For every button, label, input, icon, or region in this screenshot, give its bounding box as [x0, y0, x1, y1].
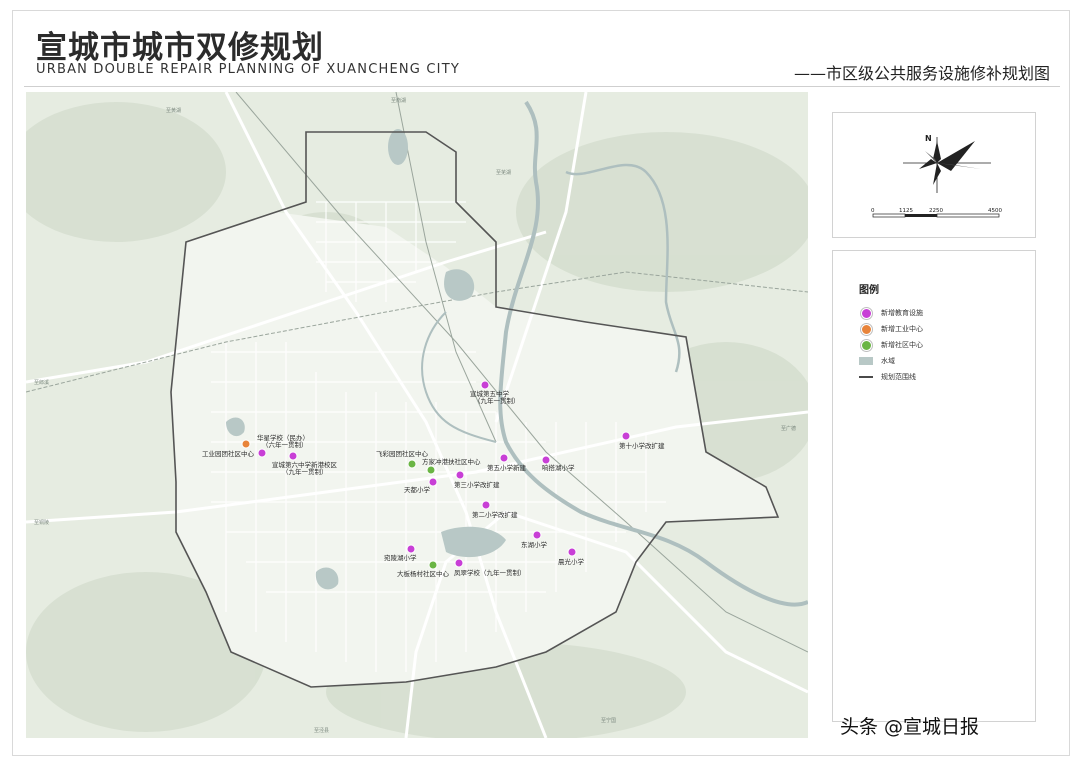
compass-svg: N 0 1125 2250 4500 [871, 134, 1002, 218]
facility-label: 第十小学改扩建 [619, 441, 665, 450]
scale-bar: 0 1125 2250 4500 [871, 208, 1002, 218]
scale-label: 0 [871, 208, 875, 214]
road-label: 至南湖 [391, 97, 406, 104]
legend-label: 规划范围线 [881, 373, 916, 381]
legend-item-education: 新增教育设施 [859, 307, 923, 319]
scale-label: 4500 [988, 208, 1002, 214]
facility-label: （六年一贯制） [262, 440, 308, 449]
boundary-line-icon [859, 376, 873, 378]
water-swatch [859, 357, 873, 365]
title-divider [24, 86, 1060, 87]
page-title: 宣城市城市双修规划 [36, 30, 324, 66]
legend-item-boundary: 规划范围线 [859, 371, 916, 383]
map-svg: 至黄湖 至南湖 至芜湖 至宁国 至泾县 至广德 至郎溪 至铜陵 宣城第五中学 （… [26, 92, 808, 738]
map-canvas[interactable]: 至黄湖 至南湖 至芜湖 至宁国 至泾县 至广德 至郎溪 至铜陵 宣城第五中学 （… [26, 92, 808, 738]
facility-label: 宛陵湖小学 [384, 553, 417, 562]
compass-panel: N 0 1125 2250 4500 [832, 112, 1036, 238]
map-subtitle: ——市区级公共服务设施修补规划图 [793, 64, 1050, 83]
road-label: 至郎溪 [34, 379, 49, 386]
legend-label: 新增社区中心 [881, 341, 923, 349]
facility-label: 响搭湖小学 [542, 463, 575, 472]
facility-label: 飞彩园团社区中心 [376, 449, 429, 458]
road-label: 至铜陵 [34, 519, 49, 526]
road-label: 至芜湖 [496, 169, 511, 176]
road-label: 至广德 [781, 425, 796, 432]
facility-label: 凤翠学校（九年一贯制） [454, 568, 526, 577]
facility-label: 第五小学新建 [487, 463, 527, 472]
legend-label: 新增工业中心 [881, 325, 923, 333]
facility-label: 大板杨村社区中心 [397, 569, 450, 578]
facility-label: 方家冲港扶社区中心 [422, 457, 481, 466]
scale-label: 1125 [899, 208, 913, 214]
legend-item-industry: 新增工业中心 [859, 323, 923, 335]
facility-label: 晨光小学 [558, 557, 585, 566]
facility-label: （九年一贯制） [282, 467, 328, 476]
legend-label: 新增教育设施 [881, 309, 923, 317]
magenta-dot-icon [860, 307, 872, 319]
legend-title: 图例 [859, 285, 879, 296]
facility-label: 工业园团社区中心 [202, 449, 255, 458]
legend-label: 水域 [881, 357, 895, 365]
road-label: 至宁国 [601, 717, 616, 724]
facility-label: 第三小学改扩建 [454, 480, 500, 489]
north-arrow-icon [903, 137, 991, 193]
facility-label: 东湖小学 [521, 540, 548, 549]
north-label: N [925, 134, 932, 143]
road-label: 至黄湖 [166, 107, 181, 114]
green-dot-icon [860, 339, 872, 351]
legend-panel: 图例 新增教育设施 新增工业中心 新增社区中心 水域 规划范围线 [832, 250, 1036, 722]
legend-item-community: 新增社区中心 [859, 339, 923, 351]
scale-label: 2250 [929, 208, 943, 214]
legend-item-water: 水域 [859, 355, 895, 367]
road-label: 至泾县 [314, 727, 329, 734]
facility-label: （九年一贯制） [474, 396, 520, 405]
watermark: 头条 @宣城日报 [840, 716, 980, 738]
page-title-english: URBAN DOUBLE REPAIR PLANNING OF XUANCHEN… [36, 62, 460, 77]
orange-dot-icon [860, 323, 872, 335]
facility-label: 天都小学 [404, 485, 431, 494]
facility-label: 第二小学改扩建 [472, 510, 518, 519]
